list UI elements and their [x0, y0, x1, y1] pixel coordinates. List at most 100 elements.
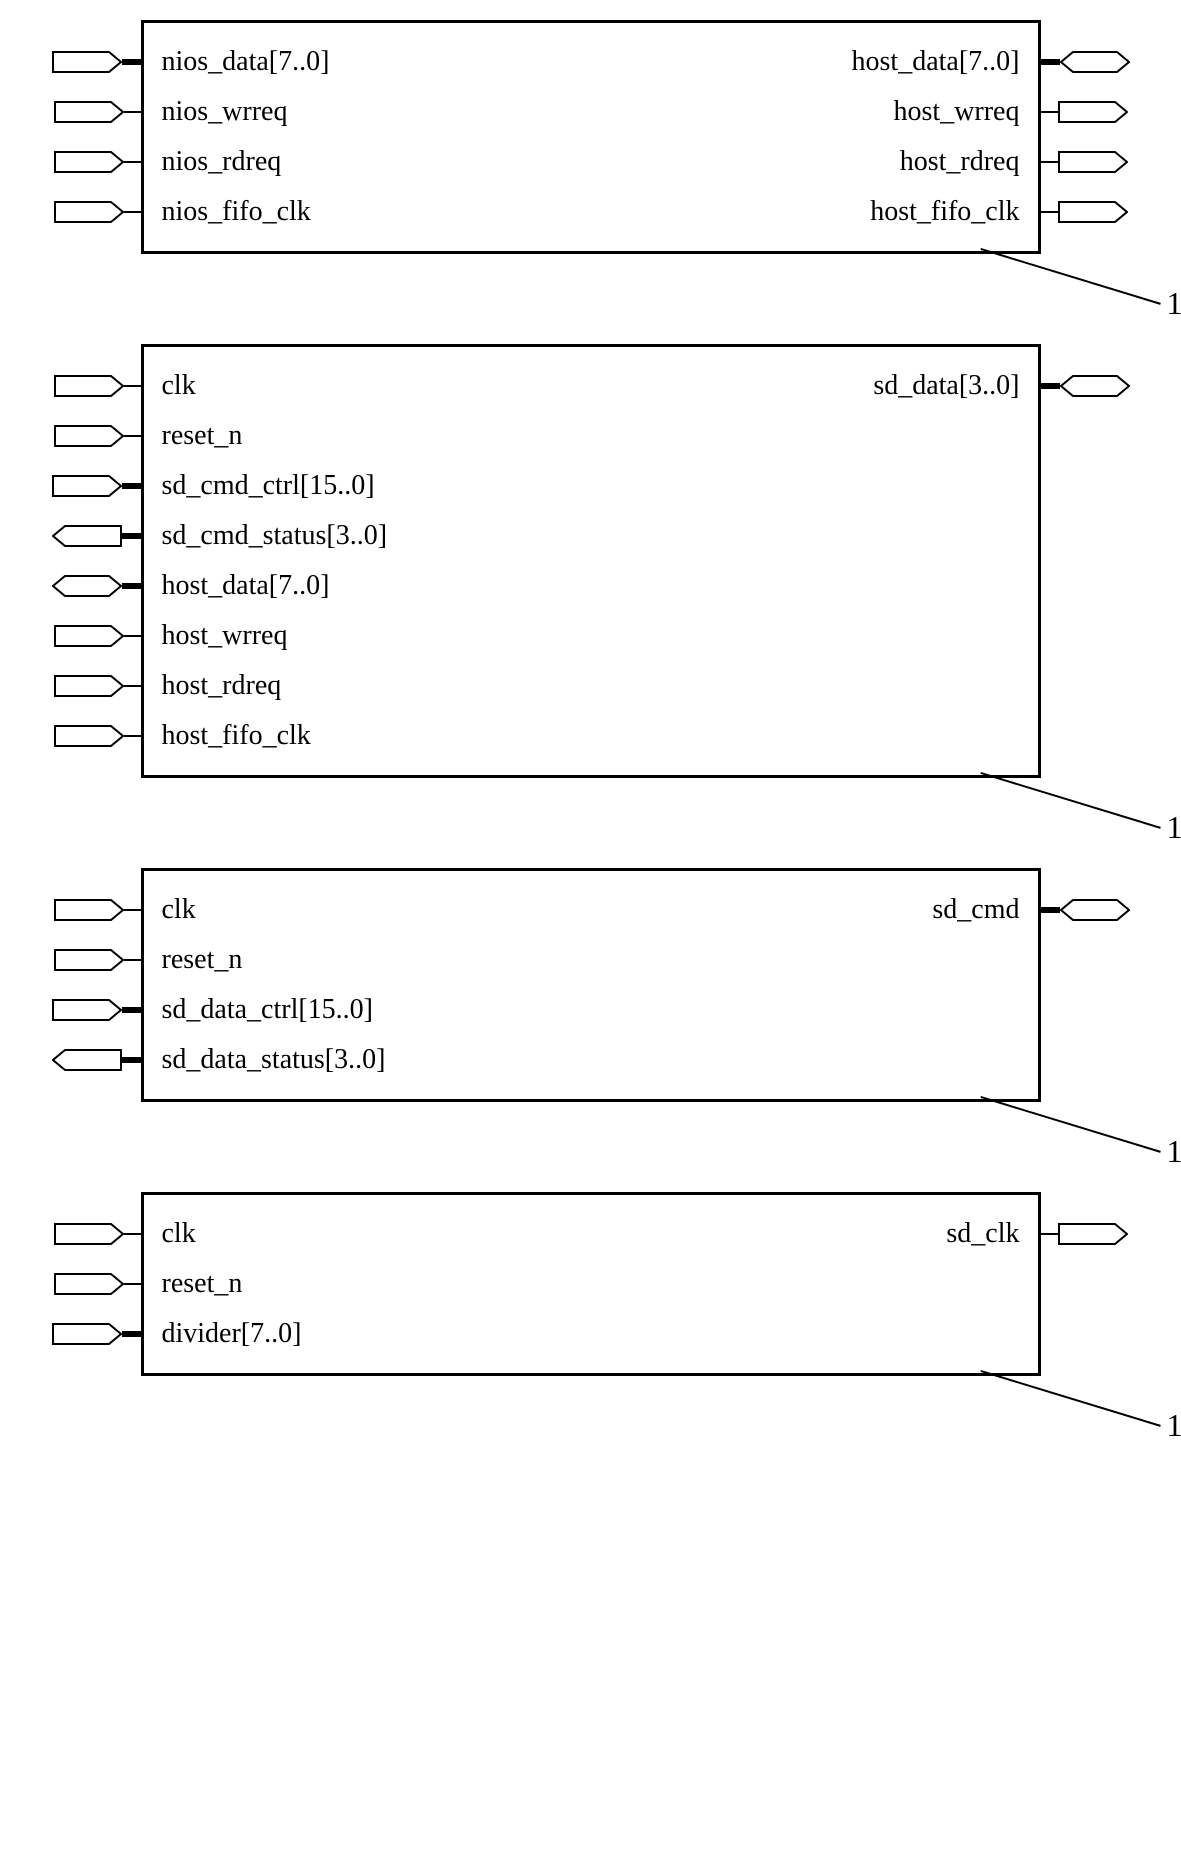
port-pin	[52, 525, 144, 547]
module-box: clk sd_data[3..0] reset_n sd_cmd_ctrl[15..0…	[141, 344, 1041, 778]
module-block: clksd_clkreset_ndivider[7..0]17	[141, 1192, 1041, 1376]
out-pin-icon	[52, 1049, 122, 1071]
port-label: reset_n	[144, 1270, 247, 1298]
port-pin	[52, 999, 144, 1021]
module-block: clk sd_data[3..0] reset_n sd_cmd_ctrl[15..0…	[141, 344, 1041, 778]
port-pin	[54, 625, 144, 647]
port-wire	[124, 909, 144, 911]
port-label: host_data[7..0]	[848, 48, 1038, 76]
port-wire	[1038, 907, 1060, 913]
port-pin	[1038, 151, 1128, 173]
callout-line	[980, 772, 1161, 829]
in-pin-icon	[54, 899, 124, 921]
port-row: reset_n	[144, 935, 1038, 985]
port-label: clk	[144, 372, 200, 400]
port-row: host_fifo_clk	[144, 711, 1038, 761]
port-label: reset_n	[144, 422, 247, 450]
port-wire	[124, 111, 144, 113]
port-wire	[122, 533, 144, 539]
port-pin	[54, 151, 144, 173]
port-label: sd_cmd_ctrl[15..0]	[144, 472, 379, 500]
callout-line	[980, 1370, 1161, 1427]
port-wire	[124, 435, 144, 437]
port-label: clk	[144, 896, 200, 924]
reference-number: 16	[1167, 1133, 1181, 1170]
port-row: sd_cmd_status[3..0]	[144, 511, 1038, 561]
diagram-root: nios_data[7..0] host_data[7..0] nios_wrreq…	[20, 20, 1161, 1376]
in-pin-icon	[54, 101, 124, 123]
port-wire	[1038, 1233, 1058, 1235]
port-row: host_data[7..0]	[144, 561, 1038, 611]
in-pin-icon	[52, 51, 122, 73]
port-pin	[1038, 1223, 1128, 1245]
in-pin-icon	[54, 151, 124, 173]
module-box: clk sd_clk reset_n divider[7..0]	[141, 1192, 1041, 1376]
port-wire	[122, 1331, 144, 1337]
port-row: reset_n	[144, 1259, 1038, 1309]
port-row: sd_data_ctrl[15..0]	[144, 985, 1038, 1035]
port-label: sd_cmd_status[3..0]	[144, 522, 392, 550]
port-label: sd_cmd	[928, 896, 1037, 924]
port-label: sd_clk	[942, 1220, 1037, 1248]
in-pin-icon	[52, 475, 122, 497]
module-box: clk sd_cmd reset_n sd_data_ctrl[15..0] sd_da…	[141, 868, 1041, 1102]
port-wire	[124, 161, 144, 163]
port-row: clk sd_cmd	[144, 885, 1038, 935]
port-label: nios_wrreq	[144, 98, 292, 126]
port-row: reset_n	[144, 411, 1038, 461]
bidir-pin-icon	[1060, 375, 1130, 397]
in-pin-icon	[54, 201, 124, 223]
port-wire	[122, 59, 144, 65]
port-row: sd_data_status[3..0]	[144, 1035, 1038, 1085]
out-pin-icon	[1058, 101, 1128, 123]
port-row: clk sd_data[3..0]	[144, 361, 1038, 411]
port-label: sd_data[3..0]	[869, 372, 1037, 400]
port-wire	[124, 385, 144, 387]
in-pin-icon	[54, 1273, 124, 1295]
port-pin	[1038, 899, 1130, 921]
port-label: nios_data[7..0]	[144, 48, 334, 76]
port-pin	[54, 725, 144, 747]
port-wire	[1038, 111, 1058, 113]
out-pin-icon	[1058, 1223, 1128, 1245]
port-wire	[1038, 59, 1060, 65]
port-label: clk	[144, 1220, 200, 1248]
port-row: nios_data[7..0] host_data[7..0]	[144, 37, 1038, 87]
in-pin-icon	[54, 725, 124, 747]
port-wire	[122, 1007, 144, 1013]
port-pin	[1038, 201, 1128, 223]
module-block: nios_data[7..0] host_data[7..0] nios_wrreq…	[141, 20, 1041, 254]
port-wire	[124, 635, 144, 637]
in-pin-icon	[54, 425, 124, 447]
port-pin	[52, 1323, 144, 1345]
in-pin-icon	[54, 375, 124, 397]
port-pin	[54, 375, 144, 397]
port-label: host_fifo_clk	[866, 198, 1037, 226]
in-pin-icon	[54, 675, 124, 697]
port-row: nios_wrreq host_wrreq	[144, 87, 1038, 137]
port-pin	[54, 1273, 144, 1295]
bidir-pin-icon	[1060, 899, 1130, 921]
port-wire	[124, 211, 144, 213]
in-pin-icon	[52, 999, 122, 1021]
in-pin-icon	[54, 1223, 124, 1245]
module-block: clk sd_cmd reset_n sd_data_ctrl[15..0] sd_da…	[141, 868, 1041, 1102]
port-wire	[1038, 383, 1060, 389]
port-pin	[54, 949, 144, 971]
callout-line	[980, 1096, 1161, 1153]
out-pin-icon	[1058, 151, 1128, 173]
port-pin	[54, 425, 144, 447]
in-pin-icon	[52, 1323, 122, 1345]
port-row: host_wrreq	[144, 611, 1038, 661]
port-pin	[1038, 375, 1130, 397]
port-pin	[54, 1223, 144, 1245]
port-pin	[54, 899, 144, 921]
port-pin	[52, 51, 144, 73]
port-pin	[54, 675, 144, 697]
port-label: host_fifo_clk	[144, 722, 315, 750]
port-label: sd_data_ctrl[15..0]	[144, 996, 378, 1024]
port-wire	[122, 583, 144, 589]
port-label: host_wrreq	[890, 98, 1038, 126]
port-pin	[54, 201, 144, 223]
port-label: divider[7..0]	[144, 1320, 306, 1348]
